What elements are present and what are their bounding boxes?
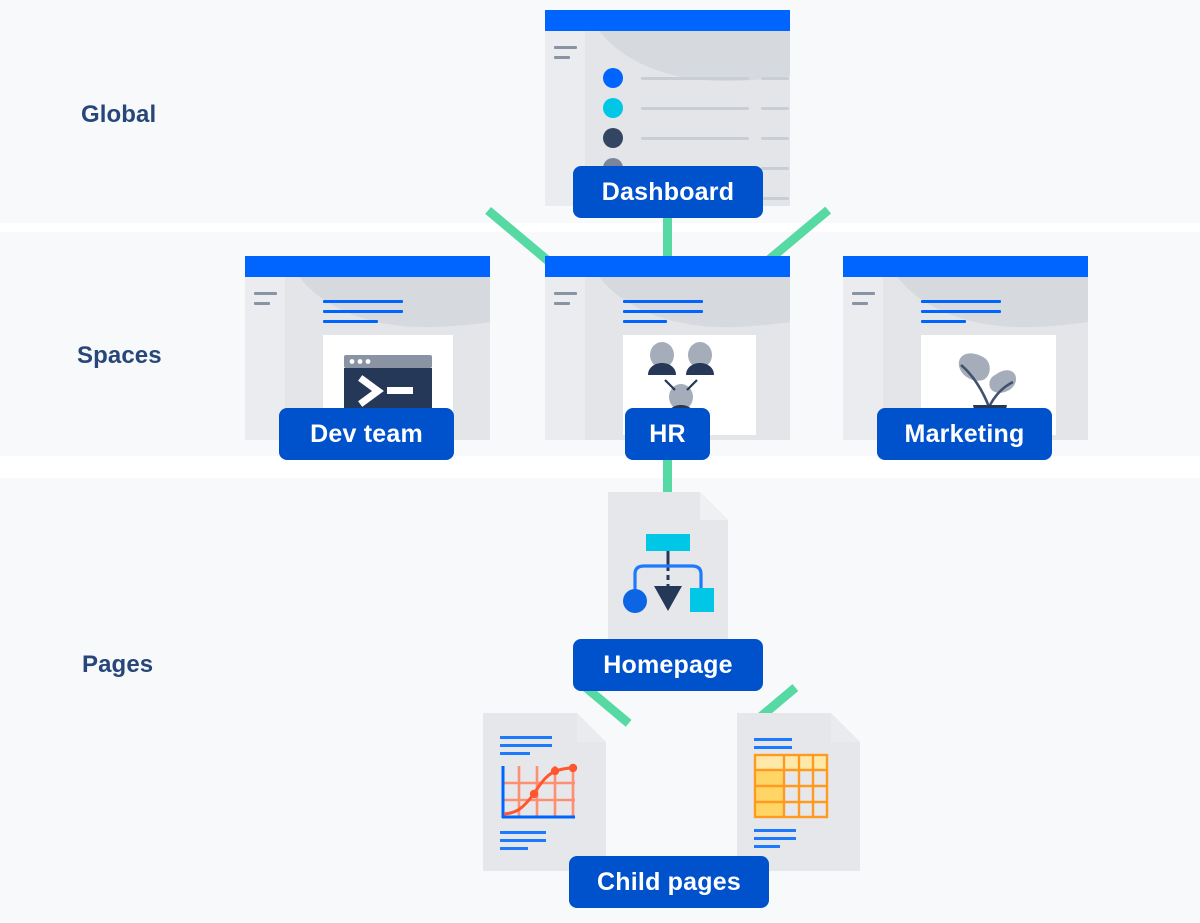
window-titlebar [545,256,790,277]
flow-node-blue-circle [623,589,647,613]
heading-line [623,320,667,323]
window-titlebar [843,256,1088,277]
window-titlebar [545,10,790,31]
text-line [500,847,528,850]
list-line [761,167,789,170]
list-line [641,137,749,140]
status-dot-cyan [603,98,623,118]
text-line [754,837,796,840]
chart-point [550,766,560,776]
menu-line-icon [254,302,270,305]
text-line [500,736,552,739]
text-line [500,744,552,747]
connector-dashboard-to-hr [663,212,672,262]
heading-line [921,310,1001,313]
node-label-dev-team[interactable]: Dev team [279,408,454,460]
node-label-child-pages[interactable]: Child pages [569,856,769,908]
document-sheet [483,713,606,871]
menu-line-icon [852,292,875,295]
flow-node-cyan-bar [646,534,690,551]
window-sidebar [545,277,585,440]
heading-line [323,320,378,323]
node-label-dashboard[interactable]: Dashboard [573,166,763,218]
node-label-homepage[interactable]: Homepage [573,639,763,691]
menu-line-icon [554,302,570,305]
node-label-text: Dashboard [601,177,735,206]
text-line [500,839,546,842]
list-line [761,137,789,140]
heading-line [623,310,703,313]
node-label-text: HR [649,419,686,448]
status-dot-navy [603,128,623,148]
document-homepage[interactable] [608,492,728,640]
document-child-chart[interactable] [483,713,606,871]
menu-line-icon [554,292,577,295]
menu-line-icon [852,302,868,305]
heading-line [921,320,966,323]
list-line [761,197,789,200]
heading-line [623,300,703,303]
document-sheet [737,713,860,871]
chart-point [568,763,578,773]
menu-line-icon [554,46,577,49]
status-dot-blue [603,68,623,88]
menu-line-icon [554,56,570,59]
text-line [500,752,530,755]
row-label-spaces: Spaces [77,342,162,369]
heading-line [323,310,403,313]
document-sheet [608,492,728,640]
text-line [500,831,546,834]
node-label-marketing[interactable]: Marketing [877,408,1052,460]
row-label-pages: Pages [82,651,154,678]
list-line [761,107,789,110]
list-line [761,77,789,80]
text-line [754,738,792,741]
text-line [754,829,796,832]
heading-line [323,300,403,303]
node-label-text: Marketing [904,419,1025,448]
table-grid-icon [753,753,829,819]
node-label-text: Dev team [310,419,423,448]
text-line [754,746,792,749]
hierarchy-diagram: Global Spaces Pages Dashboard Dev team H… [0,0,1200,923]
node-label-hr[interactable]: HR [625,408,710,460]
list-line [641,107,749,110]
window-titlebar [245,256,490,277]
list-line [641,77,749,80]
node-label-text: Child pages [597,867,741,896]
menu-line-icon [254,292,277,295]
document-child-table[interactable] [737,713,860,871]
node-label-text: Homepage [603,650,733,679]
heading-line [921,300,1001,303]
flow-node-cyan-square [690,588,714,612]
chart-point [529,789,539,799]
text-line [754,845,780,848]
row-label-global: Global [81,101,157,128]
